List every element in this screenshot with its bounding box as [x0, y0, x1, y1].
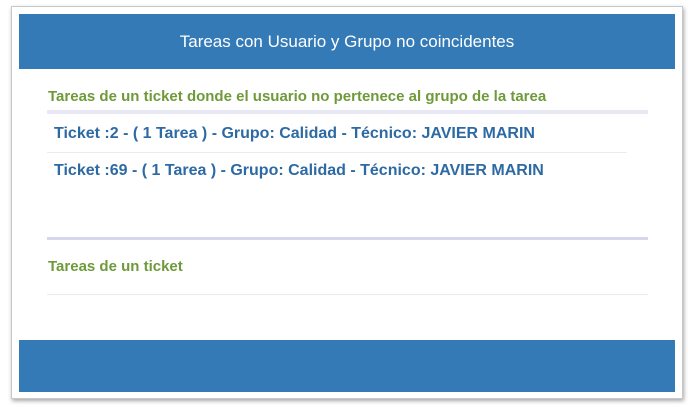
section-divider: [47, 110, 648, 114]
list-item: Ticket :2 - ( 1 Tarea ) - Grupo: Calidad…: [47, 116, 627, 153]
section-title-ticket-tasks: Tareas de un ticket: [48, 258, 183, 275]
panel-title: Tareas con Usuario y Grupo no coincident…: [179, 31, 515, 51]
section-title-mismatch: Tareas de un ticket donde el usuario no …: [48, 88, 547, 105]
ticket-list: Ticket :2 - ( 1 Tarea ) - Grupo: Calidad…: [47, 116, 627, 189]
panel-header: Tareas con Usuario y Grupo no coincident…: [19, 14, 675, 69]
list-item: Ticket :69 - ( 1 Tarea ) - Grupo: Calida…: [47, 153, 627, 189]
section-divider: [47, 294, 648, 295]
section-divider: [47, 237, 648, 240]
report-panel: Tareas con Usuario y Grupo no coincident…: [11, 6, 683, 399]
panel-footer: [19, 340, 675, 392]
ticket-link-2[interactable]: Ticket :2 - ( 1 Tarea ) - Grupo: Calidad…: [54, 121, 594, 146]
ticket-link-69[interactable]: Ticket :69 - ( 1 Tarea ) - Grupo: Calida…: [54, 158, 594, 183]
